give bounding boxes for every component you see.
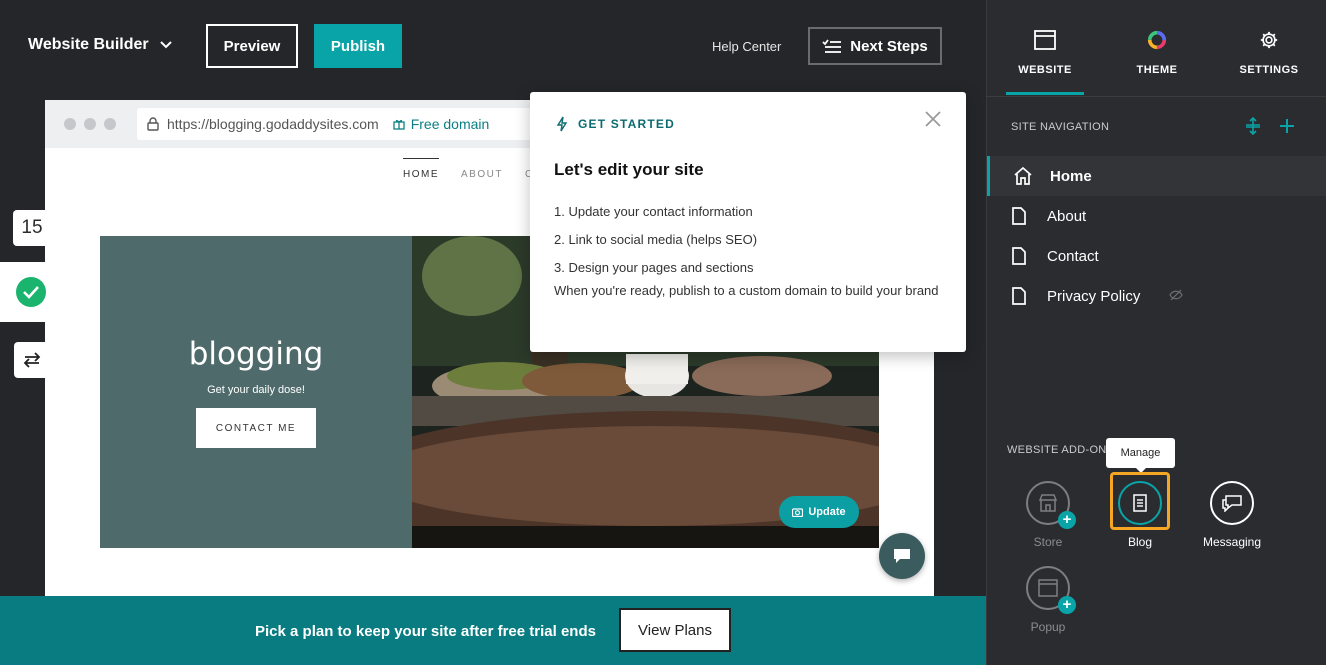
addon-label: Popup [1030, 620, 1066, 634]
page-label: Privacy Policy [1047, 288, 1141, 305]
page-label: Home [1050, 168, 1092, 185]
addon-blog[interactable]: Blog [1095, 481, 1185, 549]
swap-view-button[interactable] [14, 342, 50, 378]
chat-button[interactable] [879, 533, 925, 579]
banner-text: Pick a plan to keep your site after free… [255, 623, 596, 640]
tab-settings[interactable]: SETTINGS [1221, 30, 1317, 76]
checklist-icon [822, 39, 842, 53]
steps-list: 1. Update your contact information 2. Li… [554, 198, 757, 282]
window-dot [64, 118, 76, 130]
contact-me-button[interactable]: CONTACT ME [196, 408, 316, 448]
reorder-icon[interactable] [1245, 117, 1261, 135]
addon-ring [1210, 481, 1254, 525]
window-dot [84, 118, 96, 130]
site-nav-about[interactable]: ABOUT [461, 158, 503, 180]
divider [987, 96, 1326, 97]
swap-arrows-icon [23, 352, 41, 368]
hero-text-panel: blogging Get your daily dose! CONTACT ME [100, 236, 412, 548]
update-label: Update [808, 506, 846, 518]
popover-kicker: GET STARTED [556, 116, 675, 132]
next-steps-button[interactable]: Next Steps [808, 27, 942, 65]
page-item-privacy-policy[interactable]: Privacy Policy [987, 276, 1326, 316]
site-navigation-heading: SITE NAVIGATION [1011, 121, 1110, 133]
store-icon [1038, 494, 1058, 512]
close-icon[interactable] [924, 110, 942, 128]
addon-popup[interactable]: + Popup [1003, 566, 1093, 634]
view-plans-button[interactable]: View Plans [619, 608, 731, 652]
notification-counter[interactable]: 15 [13, 210, 51, 246]
active-tab-indicator [1006, 92, 1084, 95]
tab-label: THEME [1136, 64, 1178, 76]
addon-store[interactable]: + Store [1003, 481, 1093, 549]
checkmark-icon [16, 277, 46, 307]
website-builder-menu[interactable]: Website Builder [28, 36, 173, 54]
site-tagline: Get your daily dose! [207, 384, 305, 396]
color-wheel-icon [1147, 30, 1167, 50]
chevron-down-icon [159, 41, 172, 49]
publish-button[interactable]: Publish [314, 24, 402, 68]
addon-messaging[interactable]: Messaging [1187, 481, 1277, 549]
addon-ring: + [1026, 566, 1076, 614]
page-item-home[interactable]: Home [987, 156, 1326, 196]
popup-icon [1038, 579, 1058, 597]
site-nav-tools [1245, 117, 1295, 135]
step-item: 2. Link to social media (helps SEO) [554, 232, 758, 247]
help-center-link[interactable]: Help Center [712, 39, 781, 54]
free-domain-label: Free domain [410, 116, 490, 132]
addon-label: Store [1033, 535, 1063, 549]
messaging-icon [1222, 495, 1242, 512]
update-image-button[interactable]: Update [779, 496, 859, 528]
hidden-eye-icon [1169, 289, 1183, 301]
url-text: https://blogging.godaddysites.com [167, 116, 379, 132]
popover-footer: When you're ready, publish to a custom d… [554, 283, 939, 298]
tab-theme[interactable]: THEME [1109, 30, 1205, 76]
address-bar: https://blogging.godaddysites.com Free d… [137, 108, 577, 140]
popover-title: Let's edit your site [554, 160, 704, 179]
page-label: About [1047, 208, 1087, 225]
addon-ring [1118, 481, 1162, 525]
site-nav-home[interactable]: HOME [403, 158, 439, 180]
page-item-about[interactable]: About [987, 196, 1326, 236]
website-addons-heading: WEBSITE ADD-ON [1007, 444, 1107, 456]
next-steps-label: Next Steps [850, 37, 928, 55]
lock-icon [147, 117, 159, 131]
blog-icon [1133, 494, 1147, 512]
tab-website[interactable]: WEBSITE [997, 30, 1093, 76]
add-icon: + [1058, 596, 1076, 614]
add-icon: + [1058, 511, 1076, 529]
browser-window-icon [1034, 30, 1056, 50]
tab-label: WEBSITE [1018, 64, 1072, 76]
get-started-popover: GET STARTED Let's edit your site 1. Upda… [530, 92, 966, 352]
site-menu: HOME ABOUT C [403, 158, 534, 180]
page-icon [1012, 287, 1026, 305]
preview-button[interactable]: Preview [206, 24, 298, 68]
manage-tooltip: Manage [1106, 438, 1175, 473]
addon-label: Messaging [1202, 535, 1262, 549]
step-item: 3. Design your pages and sections [554, 260, 754, 275]
page-icon [1012, 247, 1026, 265]
free-domain-link[interactable]: Free domain [393, 116, 490, 132]
page-icon [1012, 207, 1026, 225]
window-dot [104, 118, 116, 130]
chat-icon [894, 549, 910, 563]
trial-banner: Pick a plan to keep your site after free… [0, 596, 986, 665]
page-item-contact[interactable]: Contact [987, 236, 1326, 276]
editor-panel: WEBSITE THEME SETTINGS SITE NAVIGATION H… [986, 0, 1326, 665]
top-bar: Website Builder Preview Publish Help Cen… [0, 0, 986, 92]
checklist-progress[interactable] [0, 262, 62, 322]
site-title: blogging [188, 336, 324, 372]
addon-label: Blog [1127, 535, 1153, 549]
kicker-label: GET STARTED [578, 117, 675, 131]
tab-label: SETTINGS [1239, 64, 1299, 76]
lightning-icon [556, 116, 568, 132]
add-page-icon[interactable] [1279, 117, 1295, 135]
page-label: Contact [1047, 248, 1099, 265]
home-icon [1014, 167, 1032, 185]
camera-icon [792, 508, 804, 517]
addon-ring: + [1026, 481, 1076, 529]
step-item: 1. Update your contact information [554, 204, 753, 219]
gear-icon [1260, 31, 1278, 49]
gift-icon [393, 119, 405, 130]
brand-label: Website Builder [28, 36, 149, 53]
